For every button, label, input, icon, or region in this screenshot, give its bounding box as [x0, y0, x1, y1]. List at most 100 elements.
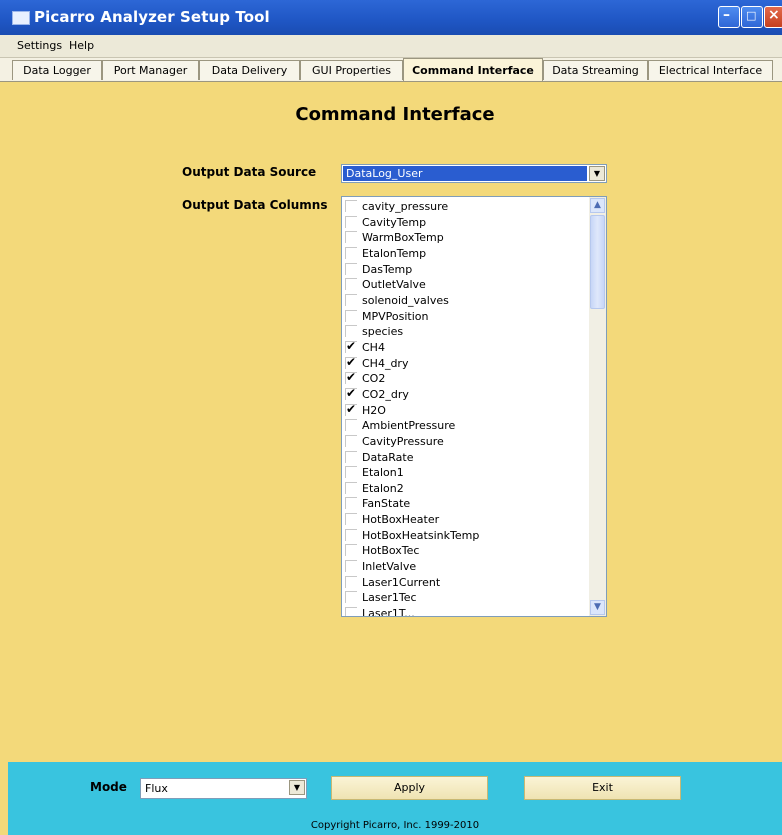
- scroll-up-icon[interactable]: ▲: [590, 198, 605, 213]
- column-item[interactable]: Laser1T...: [342, 606, 589, 617]
- mode-select[interactable]: Flux ▼: [140, 778, 307, 799]
- checkbox[interactable]: [345, 309, 357, 322]
- checkbox[interactable]: [345, 591, 357, 604]
- window-title: Picarro Analyzer Setup Tool: [34, 8, 270, 26]
- column-name: H2O: [362, 403, 386, 417]
- column-name: EtalonTemp: [362, 246, 427, 260]
- checkbox[interactable]: [345, 528, 357, 541]
- column-item[interactable]: ✔ CO2_dry: [342, 385, 589, 403]
- column-item[interactable]: CavityPressure: [342, 434, 589, 450]
- column-item[interactable]: HotBoxHeater: [342, 512, 589, 528]
- scroll-down-icon[interactable]: ▼: [590, 600, 605, 615]
- close-button[interactable]: ×: [764, 6, 782, 28]
- apply-button[interactable]: Apply: [331, 776, 488, 800]
- column-item[interactable]: Etalon2: [342, 481, 589, 497]
- checkbox[interactable]: [345, 481, 357, 494]
- checkbox[interactable]: [345, 607, 357, 616]
- column-name: CavityPressure: [362, 434, 444, 448]
- column-name: cavity_pressure: [362, 200, 449, 213]
- column-item[interactable]: solenoid_valves: [342, 293, 589, 309]
- column-item[interactable]: FanState: [342, 496, 589, 512]
- checkbox[interactable]: [345, 560, 357, 573]
- mode-value: Flux: [145, 782, 168, 795]
- column-name: HotBoxHeatsinkTemp: [362, 528, 480, 542]
- check-icon: ✔: [346, 401, 357, 416]
- checkbox[interactable]: [345, 513, 357, 526]
- menu-settings[interactable]: Settings: [17, 39, 62, 52]
- column-item[interactable]: DataRate: [342, 450, 589, 466]
- checkbox[interactable]: [345, 466, 357, 479]
- minimize-icon: –: [723, 7, 730, 23]
- tab-command-interface[interactable]: Command Interface: [403, 58, 543, 81]
- check-icon: ✔: [346, 370, 357, 385]
- column-name: Laser1Tec: [362, 591, 417, 605]
- checkbox[interactable]: [345, 544, 357, 557]
- column-item[interactable]: ✔ CH4_dry: [342, 355, 589, 372]
- tab-data-streaming[interactable]: Data Streaming: [543, 60, 648, 80]
- scroll-thumb[interactable]: [590, 215, 605, 309]
- tab-electrical-interface[interactable]: Electrical Interface: [648, 60, 773, 80]
- column-name: HotBoxHeater: [362, 513, 440, 527]
- column-name: DasTemp: [362, 262, 413, 276]
- maximize-button[interactable]: □: [741, 6, 763, 28]
- column-name: Laser1T...: [362, 607, 415, 617]
- checkbox[interactable]: [345, 434, 357, 447]
- tab-data-delivery[interactable]: Data Delivery: [199, 60, 300, 80]
- column-item[interactable]: AmbientPressure: [342, 418, 589, 434]
- mode-label: Mode: [90, 780, 127, 794]
- checkbox[interactable]: [345, 215, 357, 228]
- checkbox[interactable]: [345, 231, 357, 244]
- column-name: CO2_dry: [362, 387, 409, 401]
- checkbox[interactable]: [345, 419, 357, 432]
- checkbox[interactable]: [345, 325, 357, 338]
- column-item[interactable]: EtalonTemp: [342, 246, 589, 262]
- column-name: species: [362, 325, 404, 339]
- column-item[interactable]: Etalon1: [342, 465, 589, 481]
- check-icon: ✔: [346, 385, 357, 400]
- output-data-columns-list[interactable]: cavity_pressure CavityTemp WarmBoxTemp Etal…: [341, 196, 607, 617]
- column-item[interactable]: CavityTemp: [342, 215, 589, 231]
- checkbox[interactable]: [345, 497, 357, 510]
- checkbox[interactable]: [345, 575, 357, 588]
- menu-help[interactable]: Help: [69, 39, 94, 52]
- tab-data-logger[interactable]: Data Logger: [12, 60, 102, 80]
- column-name: OutletValve: [362, 278, 426, 292]
- tab-gui-properties[interactable]: GUI Properties: [300, 60, 403, 80]
- chevron-down-icon[interactable]: ▼: [589, 166, 605, 181]
- column-item[interactable]: MPVPosition: [342, 309, 589, 325]
- column-item[interactable]: ✔ CO2: [342, 370, 589, 387]
- output-data-source-select[interactable]: DataLog_User ▼: [341, 164, 607, 183]
- title-bar[interactable]: Picarro Analyzer Setup Tool – □ ×: [0, 0, 782, 35]
- columns-checklist: cavity_pressure CavityTemp WarmBoxTemp Etal…: [342, 199, 589, 617]
- column-item[interactable]: Laser1Tec: [342, 590, 589, 606]
- checkbox[interactable]: [345, 262, 357, 275]
- output-data-source-value: DataLog_User: [343, 166, 587, 181]
- tab-port-manager[interactable]: Port Manager: [102, 60, 199, 80]
- column-name: FanState: [362, 497, 411, 511]
- column-item[interactable]: species: [342, 324, 589, 340]
- exit-button[interactable]: Exit: [524, 776, 681, 800]
- list-scrollbar[interactable]: ▲ ▼: [589, 197, 606, 616]
- checkbox[interactable]: [345, 278, 357, 291]
- column-item[interactable]: WarmBoxTemp: [342, 230, 589, 246]
- column-item[interactable]: cavity_pressure: [342, 199, 589, 215]
- column-item[interactable]: DasTemp: [342, 262, 589, 278]
- checkbox[interactable]: [345, 200, 357, 212]
- column-item[interactable]: ✔ CH4: [342, 338, 589, 356]
- column-item[interactable]: HotBoxTec: [342, 543, 589, 559]
- column-name: HotBoxTec: [362, 544, 420, 558]
- check-icon: ✔: [346, 338, 357, 353]
- column-item[interactable]: InletValve: [342, 559, 589, 575]
- column-item[interactable]: Laser1Current: [342, 575, 589, 591]
- chevron-down-icon[interactable]: ▼: [289, 780, 305, 795]
- checkbox[interactable]: [345, 450, 357, 463]
- column-name: MPVPosition: [362, 309, 429, 323]
- column-name: AmbientPressure: [362, 419, 456, 433]
- column-name: InletValve: [362, 560, 417, 574]
- column-item[interactable]: ✔ H2O: [342, 401, 589, 419]
- checkbox[interactable]: [345, 293, 357, 306]
- column-item[interactable]: HotBoxHeatsinkTemp: [342, 528, 589, 544]
- minimize-button[interactable]: –: [718, 6, 740, 28]
- column-item[interactable]: OutletValve: [342, 277, 589, 293]
- checkbox[interactable]: [345, 246, 357, 259]
